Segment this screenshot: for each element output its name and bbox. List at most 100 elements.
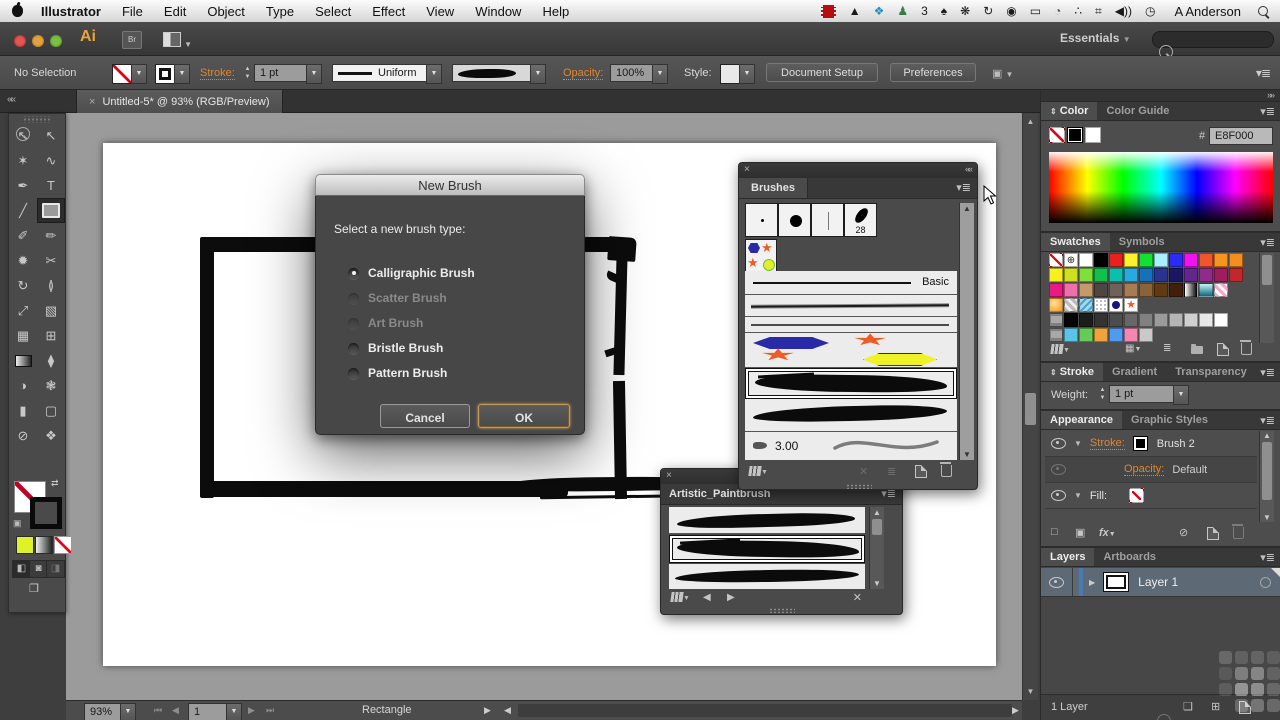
brush-row-basic[interactable]: Basic — [745, 271, 957, 295]
swatch[interactable] — [1109, 313, 1123, 327]
tab-stroke[interactable]: ⇕ Stroke — [1041, 363, 1103, 381]
menu-item-file[interactable]: File — [122, 4, 143, 19]
brush-row-dry-brush[interactable] — [745, 399, 957, 432]
collapse-dock-icon[interactable]: »» — [1267, 90, 1275, 100]
blend-tool[interactable]: ◑ — [9, 373, 37, 398]
menu-item-type[interactable]: Type — [266, 4, 294, 19]
workspace-switcher[interactable]: Essentials ▼ — [1060, 31, 1131, 45]
make-clipping-mask-icon[interactable]: ❑ — [1183, 700, 1193, 713]
color-black-swatch[interactable] — [1067, 127, 1083, 143]
vertical-scroll-thumb[interactable] — [1025, 393, 1036, 425]
swatch[interactable] — [1049, 268, 1063, 282]
menu-item-effect[interactable]: Effect — [372, 4, 405, 19]
new-stroke-icon[interactable]: □ — [1051, 526, 1058, 538]
swatch[interactable] — [1124, 268, 1138, 282]
new-fill-icon[interactable]: ▣ — [1075, 526, 1085, 539]
gradient-tool[interactable] — [9, 348, 37, 373]
width-profile-dropdown[interactable]: ▼ — [426, 64, 442, 84]
brush-options-icon[interactable]: ≣ — [887, 465, 896, 478]
menu-item-help[interactable]: Help — [542, 4, 569, 19]
appearance-row-stroke[interactable]: ▼ Stroke: Brush 2 — [1045, 431, 1257, 457]
swatch[interactable] — [1079, 268, 1093, 282]
swatch[interactable] — [1184, 268, 1198, 282]
tab-symbols[interactable]: Symbols — [1110, 233, 1174, 251]
panel-resize-grip[interactable] — [846, 484, 872, 489]
swatch[interactable] — [1139, 253, 1153, 267]
magic-wand-tool[interactable]: ✶ — [9, 148, 37, 173]
radio-icon[interactable] — [348, 342, 359, 354]
mesh-tool[interactable]: ⊞ — [37, 323, 65, 348]
rectangle-tool[interactable] — [37, 198, 65, 223]
opacity-dropdown[interactable]: ▼ — [652, 64, 668, 84]
previous-artboard-icon[interactable]: ◀ — [172, 705, 179, 716]
pen-tool[interactable]: ✒ — [9, 173, 37, 198]
brush-libraries-icon[interactable]: ▼ — [748, 465, 768, 477]
tab-graphic-styles[interactable]: Graphic Styles — [1122, 411, 1217, 429]
artboard-dropdown[interactable]: ▼ — [226, 703, 242, 720]
gradient-mode-button[interactable] — [35, 536, 53, 554]
symbol-sprayer-tool[interactable]: ❃ — [37, 373, 65, 398]
none-mode-button[interactable] — [54, 536, 72, 554]
artistic-brush-item[interactable] — [669, 507, 865, 534]
new-brush-icon[interactable] — [915, 465, 927, 478]
paintbrush-tool[interactable]: ✐ — [9, 223, 37, 248]
tab-swatches[interactable]: Swatches — [1041, 233, 1110, 251]
swatch[interactable] — [1124, 283, 1138, 297]
tab-gradient[interactable]: Gradient — [1103, 363, 1166, 381]
color-spectrum[interactable] — [1049, 152, 1273, 223]
tab-color[interactable]: ⇕ Color — [1041, 102, 1098, 120]
brush-type-option-bristle-brush[interactable]: Bristle Brush — [348, 341, 443, 355]
apple-menu-icon[interactable] — [12, 5, 23, 17]
ok-button[interactable]: OK — [478, 404, 570, 428]
scatter-brush-thumbnail[interactable]: ★ ★ — [745, 239, 777, 275]
menu-item-window[interactable]: Window — [475, 4, 521, 19]
color-white-swatch[interactable] — [1085, 127, 1101, 143]
zoom-window-button[interactable] — [50, 35, 62, 47]
direct-selection-tool[interactable]: ↖ — [37, 123, 65, 148]
swatch[interactable] — [1154, 283, 1168, 297]
tab-appearance[interactable]: Appearance — [1041, 411, 1122, 429]
counter-badge[interactable]: 3 — [921, 5, 928, 17]
swatch[interactable] — [1169, 283, 1183, 297]
swatch[interactable] — [1109, 283, 1123, 297]
swatch[interactable] — [1109, 268, 1123, 282]
brush-row-charcoal[interactable] — [745, 295, 957, 317]
expand-icon[interactable]: ▼ — [1074, 491, 1082, 500]
type-tool[interactable]: T — [37, 173, 65, 198]
appearance-stroke-swatch[interactable] — [1132, 435, 1148, 451]
swatch-libraries-icon[interactable]: ▼ — [1050, 343, 1070, 355]
swatch[interactable] — [1049, 313, 1063, 327]
blank[interactable] — [37, 448, 65, 473]
paw-icon[interactable]: ❋ — [960, 5, 970, 17]
remove-brush-stroke-icon[interactable]: ✕ — [859, 465, 868, 478]
stroke-weight-label[interactable]: Stroke: — [200, 67, 235, 80]
collapse-panel-icon[interactable]: «« — [965, 164, 973, 174]
appearance-fill-swatch[interactable] — [1129, 487, 1145, 503]
brush-row-scatter[interactable]: ★ ★ — [745, 333, 957, 368]
swatch[interactable] — [1199, 283, 1213, 297]
swatch[interactable] — [1169, 268, 1183, 282]
slice-tool[interactable]: ⊘ — [9, 423, 37, 448]
rotate-tool[interactable]: ↻ — [9, 273, 37, 298]
swatch[interactable]: ⊕ — [1064, 253, 1078, 267]
artistic-brush-item[interactable] — [669, 564, 865, 589]
preferences-button[interactable]: Preferences — [890, 63, 976, 82]
stroke-panel-menu-icon[interactable]: ▾≣ — [1260, 366, 1275, 379]
tab-color-guide[interactable]: Color Guide — [1097, 102, 1178, 120]
clear-appearance-icon[interactable]: ⊘ — [1179, 526, 1188, 539]
pencil-tool[interactable]: ✏ — [37, 223, 65, 248]
swatch[interactable] — [1169, 313, 1183, 327]
flask-icon[interactable]: ▲ — [849, 5, 861, 17]
layers-panel-menu-icon[interactable]: ▾≣ — [1260, 551, 1275, 564]
swatch[interactable] — [1109, 253, 1123, 267]
brush-definition-select[interactable] — [452, 64, 540, 82]
close-panel-icon[interactable]: × — [666, 470, 672, 481]
expand-icon[interactable]: ▼ — [1074, 439, 1082, 448]
close-window-button[interactable] — [14, 35, 26, 47]
swatch[interactable] — [1049, 283, 1063, 297]
default-fill-stroke-icon[interactable]: ▣ — [13, 518, 22, 529]
color-none-swatch[interactable] — [1049, 127, 1065, 143]
lasso-tool[interactable]: ∿ — [37, 148, 65, 173]
scissors-tool[interactable]: ✂ — [37, 248, 65, 273]
screen-mode-button[interactable]: ❐ — [29, 582, 39, 595]
